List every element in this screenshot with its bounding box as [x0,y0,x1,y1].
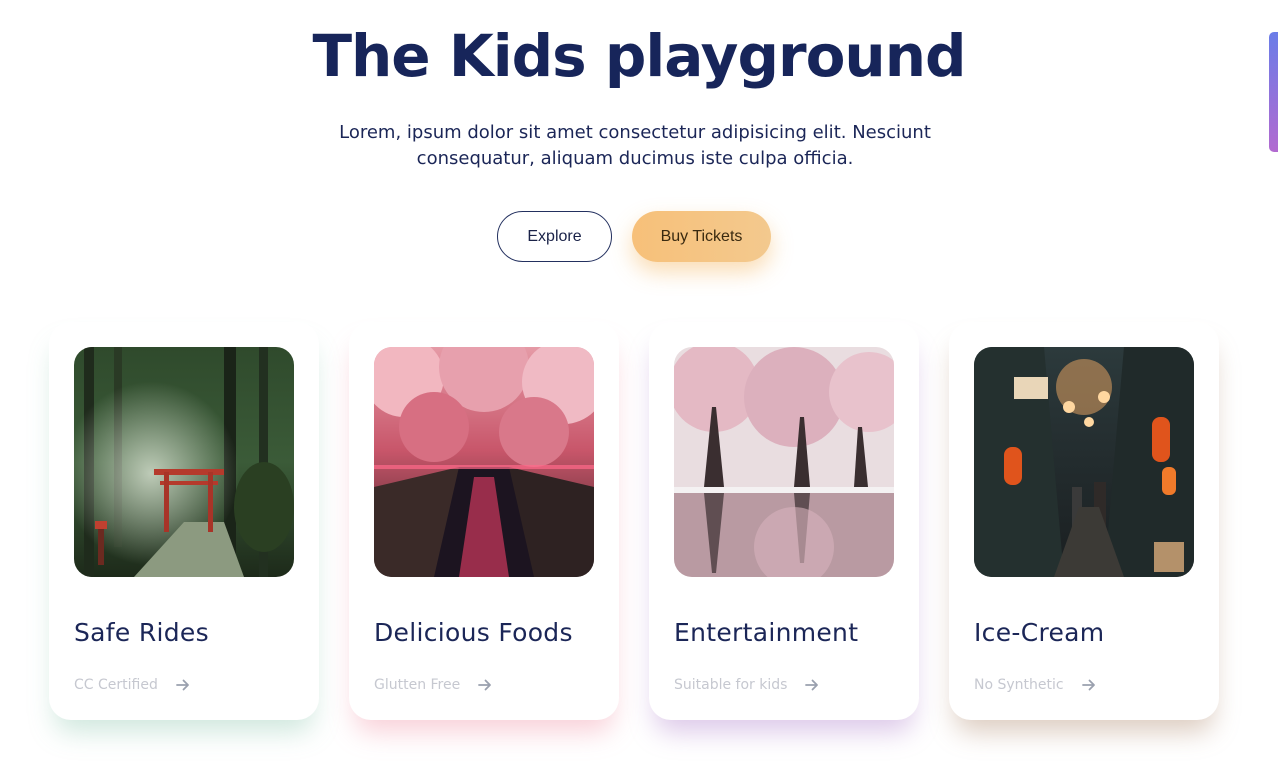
card-image-forest-torii-gate [74,347,294,577]
arrow-right-icon[interactable] [1081,678,1096,692]
card-meta: Suitable for kids [674,677,819,693]
arrow-right-icon[interactable] [478,678,492,692]
hero-description: Lorem, ipsum dolor sit amet consectetur … [339,122,931,169]
feature-card-delicious-foods[interactable]: Delicious Foods Glutten Free [349,322,619,720]
card-image-cherry-trees-reflection [674,347,894,577]
feature-card-safe-rides[interactable]: Safe Rides CC Certified [49,322,319,720]
card-title: Delicious Foods [374,618,573,647]
buy-tickets-button[interactable]: Buy Tickets [632,211,771,262]
card-image-cherry-blossom-canal [374,347,594,577]
feature-card-ice-cream[interactable]: Ice-Cream No Synthetic [949,322,1219,720]
card-meta: No Synthetic [974,677,1096,693]
card-meta-label: Glutten Free [374,677,461,693]
arrow-right-icon[interactable] [175,678,190,692]
card-meta: CC Certified [74,677,190,693]
card-meta-label: Suitable for kids [674,677,788,693]
card-meta-label: CC Certified [74,677,158,693]
card-title: Ice-Cream [974,618,1105,647]
feature-card-entertainment[interactable]: Entertainment Suitable for kids [649,322,919,720]
card-image-night-lantern-alley [974,347,1194,577]
card-title: Safe Rides [74,618,209,647]
card-meta: Glutten Free [374,677,492,693]
arrow-right-icon[interactable] [805,678,819,692]
page-title: The Kids playground [312,22,966,90]
explore-button[interactable]: Explore [497,211,612,262]
page: The Kids playground Lorem, ipsum dolor s… [0,0,1278,773]
card-meta-label: No Synthetic [974,677,1064,693]
card-title: Entertainment [674,618,859,647]
scrollbar-thumb[interactable] [1269,32,1278,152]
